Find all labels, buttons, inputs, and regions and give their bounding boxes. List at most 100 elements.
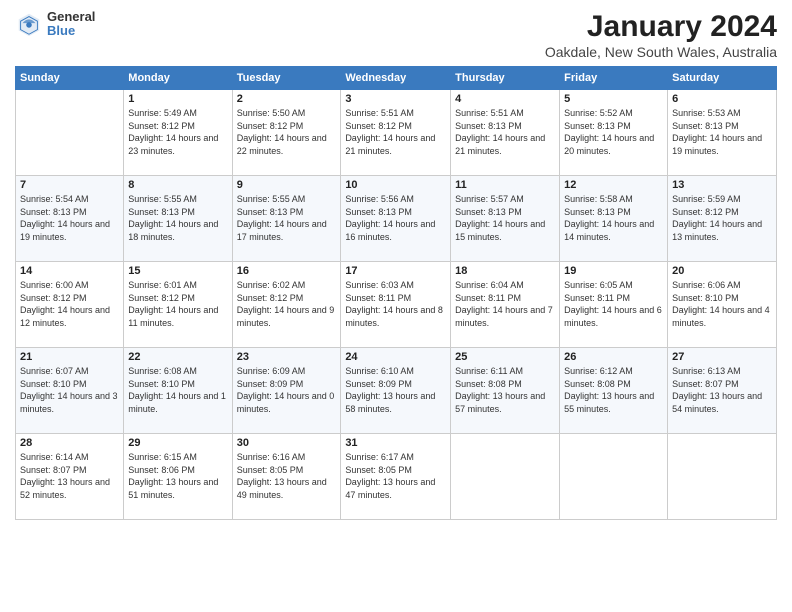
calendar-cell: 22 Sunrise: 6:08 AMSunset: 8:10 PMDaylig… <box>124 348 232 434</box>
logo-icon <box>15 10 43 38</box>
calendar-cell: 3 Sunrise: 5:51 AMSunset: 8:12 PMDayligh… <box>341 90 451 176</box>
day-number: 11 <box>455 179 555 191</box>
day-number: 2 <box>237 93 337 105</box>
day-number: 7 <box>20 179 119 191</box>
day-info: Sunrise: 6:08 AMSunset: 8:10 PMDaylight:… <box>128 366 226 414</box>
day-number: 10 <box>345 179 446 191</box>
day-info: Sunrise: 5:59 AMSunset: 8:12 PMDaylight:… <box>672 194 762 242</box>
day-info: Sunrise: 6:16 AMSunset: 8:05 PMDaylight:… <box>237 452 327 500</box>
calendar-cell: 16 Sunrise: 6:02 AMSunset: 8:12 PMDaylig… <box>232 262 341 348</box>
day-info: Sunrise: 6:09 AMSunset: 8:09 PMDaylight:… <box>237 366 335 414</box>
calendar-cell: 25 Sunrise: 6:11 AMSunset: 8:08 PMDaylig… <box>451 348 560 434</box>
calendar-cell: 7 Sunrise: 5:54 AMSunset: 8:13 PMDayligh… <box>16 176 124 262</box>
calendar-cell: 1 Sunrise: 5:49 AMSunset: 8:12 PMDayligh… <box>124 90 232 176</box>
header: General Blue January 2024 Oakdale, New S… <box>15 10 777 60</box>
calendar-cell <box>451 434 560 520</box>
day-number: 18 <box>455 265 555 277</box>
calendar-cell: 12 Sunrise: 5:58 AMSunset: 8:13 PMDaylig… <box>560 176 668 262</box>
day-info: Sunrise: 6:05 AMSunset: 8:11 PMDaylight:… <box>564 280 662 328</box>
calendar-cell <box>560 434 668 520</box>
day-number: 23 <box>237 351 337 363</box>
calendar-cell: 31 Sunrise: 6:17 AMSunset: 8:05 PMDaylig… <box>341 434 451 520</box>
day-number: 29 <box>128 437 227 449</box>
week-row-4: 21 Sunrise: 6:07 AMSunset: 8:10 PMDaylig… <box>16 348 777 434</box>
week-row-3: 14 Sunrise: 6:00 AMSunset: 8:12 PMDaylig… <box>16 262 777 348</box>
logo-general: General <box>47 10 95 24</box>
day-info: Sunrise: 5:49 AMSunset: 8:12 PMDaylight:… <box>128 108 218 156</box>
calendar-table: Sunday Monday Tuesday Wednesday Thursday… <box>15 66 777 520</box>
day-number: 19 <box>564 265 663 277</box>
day-info: Sunrise: 6:03 AMSunset: 8:11 PMDaylight:… <box>345 280 443 328</box>
title-area: January 2024 Oakdale, New South Wales, A… <box>545 10 777 60</box>
day-number: 5 <box>564 93 663 105</box>
col-sunday: Sunday <box>16 67 124 90</box>
calendar-cell: 19 Sunrise: 6:05 AMSunset: 8:11 PMDaylig… <box>560 262 668 348</box>
day-info: Sunrise: 6:11 AMSunset: 8:08 PMDaylight:… <box>455 366 545 414</box>
col-tuesday: Tuesday <box>232 67 341 90</box>
calendar-cell: 23 Sunrise: 6:09 AMSunset: 8:09 PMDaylig… <box>232 348 341 434</box>
day-number: 9 <box>237 179 337 191</box>
week-row-2: 7 Sunrise: 5:54 AMSunset: 8:13 PMDayligh… <box>16 176 777 262</box>
col-thursday: Thursday <box>451 67 560 90</box>
calendar-cell: 10 Sunrise: 5:56 AMSunset: 8:13 PMDaylig… <box>341 176 451 262</box>
logo-text: General Blue <box>47 10 95 39</box>
calendar-cell: 26 Sunrise: 6:12 AMSunset: 8:08 PMDaylig… <box>560 348 668 434</box>
day-info: Sunrise: 6:02 AMSunset: 8:12 PMDaylight:… <box>237 280 335 328</box>
page: General Blue January 2024 Oakdale, New S… <box>0 0 792 612</box>
calendar-cell: 6 Sunrise: 5:53 AMSunset: 8:13 PMDayligh… <box>668 90 777 176</box>
subtitle: Oakdale, New South Wales, Australia <box>545 44 777 60</box>
calendar-cell: 14 Sunrise: 6:00 AMSunset: 8:12 PMDaylig… <box>16 262 124 348</box>
col-saturday: Saturday <box>668 67 777 90</box>
calendar-cell: 27 Sunrise: 6:13 AMSunset: 8:07 PMDaylig… <box>668 348 777 434</box>
day-number: 4 <box>455 93 555 105</box>
main-title: January 2024 <box>545 10 777 44</box>
calendar-cell: 28 Sunrise: 6:14 AMSunset: 8:07 PMDaylig… <box>16 434 124 520</box>
calendar-cell: 4 Sunrise: 5:51 AMSunset: 8:13 PMDayligh… <box>451 90 560 176</box>
calendar-cell: 13 Sunrise: 5:59 AMSunset: 8:12 PMDaylig… <box>668 176 777 262</box>
day-info: Sunrise: 6:13 AMSunset: 8:07 PMDaylight:… <box>672 366 762 414</box>
day-number: 6 <box>672 93 772 105</box>
calendar-cell: 11 Sunrise: 5:57 AMSunset: 8:13 PMDaylig… <box>451 176 560 262</box>
calendar-cell: 17 Sunrise: 6:03 AMSunset: 8:11 PMDaylig… <box>341 262 451 348</box>
day-number: 17 <box>345 265 446 277</box>
day-number: 27 <box>672 351 772 363</box>
calendar-cell: 18 Sunrise: 6:04 AMSunset: 8:11 PMDaylig… <box>451 262 560 348</box>
day-info: Sunrise: 6:10 AMSunset: 8:09 PMDaylight:… <box>345 366 435 414</box>
day-number: 24 <box>345 351 446 363</box>
calendar-cell: 20 Sunrise: 6:06 AMSunset: 8:10 PMDaylig… <box>668 262 777 348</box>
day-info: Sunrise: 5:55 AMSunset: 8:13 PMDaylight:… <box>237 194 327 242</box>
day-number: 30 <box>237 437 337 449</box>
col-wednesday: Wednesday <box>341 67 451 90</box>
day-number: 14 <box>20 265 119 277</box>
calendar-cell <box>16 90 124 176</box>
day-number: 26 <box>564 351 663 363</box>
day-number: 31 <box>345 437 446 449</box>
day-info: Sunrise: 5:57 AMSunset: 8:13 PMDaylight:… <box>455 194 545 242</box>
calendar-cell: 5 Sunrise: 5:52 AMSunset: 8:13 PMDayligh… <box>560 90 668 176</box>
day-info: Sunrise: 6:00 AMSunset: 8:12 PMDaylight:… <box>20 280 110 328</box>
day-info: Sunrise: 6:15 AMSunset: 8:06 PMDaylight:… <box>128 452 218 500</box>
day-info: Sunrise: 5:51 AMSunset: 8:12 PMDaylight:… <box>345 108 435 156</box>
calendar-cell: 2 Sunrise: 5:50 AMSunset: 8:12 PMDayligh… <box>232 90 341 176</box>
day-info: Sunrise: 5:51 AMSunset: 8:13 PMDaylight:… <box>455 108 545 156</box>
day-number: 12 <box>564 179 663 191</box>
calendar-cell: 8 Sunrise: 5:55 AMSunset: 8:13 PMDayligh… <box>124 176 232 262</box>
day-info: Sunrise: 5:50 AMSunset: 8:12 PMDaylight:… <box>237 108 327 156</box>
logo-blue: Blue <box>47 24 95 38</box>
day-number: 15 <box>128 265 227 277</box>
day-number: 20 <box>672 265 772 277</box>
day-number: 13 <box>672 179 772 191</box>
day-number: 22 <box>128 351 227 363</box>
day-info: Sunrise: 5:58 AMSunset: 8:13 PMDaylight:… <box>564 194 654 242</box>
day-number: 1 <box>128 93 227 105</box>
day-info: Sunrise: 5:55 AMSunset: 8:13 PMDaylight:… <box>128 194 218 242</box>
day-info: Sunrise: 6:14 AMSunset: 8:07 PMDaylight:… <box>20 452 110 500</box>
day-info: Sunrise: 5:56 AMSunset: 8:13 PMDaylight:… <box>345 194 435 242</box>
calendar-cell: 24 Sunrise: 6:10 AMSunset: 8:09 PMDaylig… <box>341 348 451 434</box>
day-info: Sunrise: 6:07 AMSunset: 8:10 PMDaylight:… <box>20 366 118 414</box>
day-info: Sunrise: 6:17 AMSunset: 8:05 PMDaylight:… <box>345 452 435 500</box>
week-row-1: 1 Sunrise: 5:49 AMSunset: 8:12 PMDayligh… <box>16 90 777 176</box>
col-monday: Monday <box>124 67 232 90</box>
day-number: 28 <box>20 437 119 449</box>
day-info: Sunrise: 6:04 AMSunset: 8:11 PMDaylight:… <box>455 280 553 328</box>
